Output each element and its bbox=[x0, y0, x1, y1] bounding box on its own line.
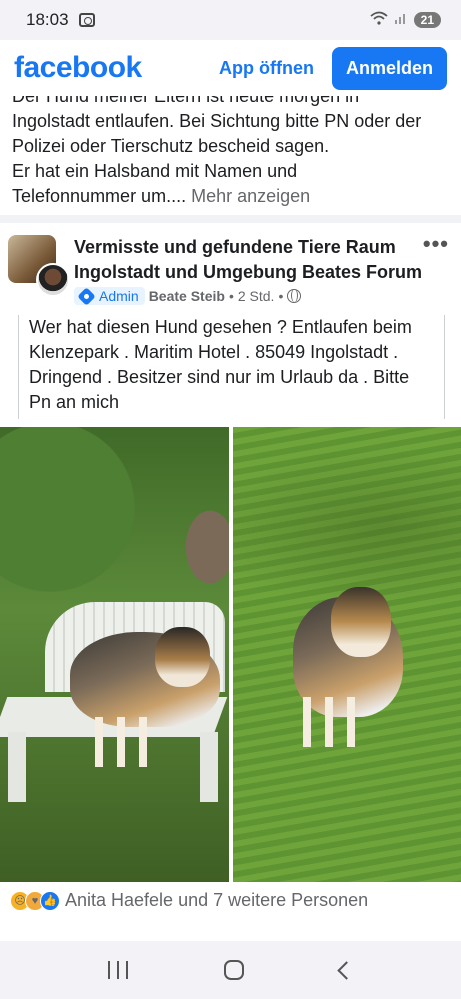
system-nav-bar bbox=[0, 941, 461, 999]
previous-post-text: Der Hund meiner Eltern ist heute morgen … bbox=[0, 96, 461, 209]
like-icon: 👍 bbox=[40, 890, 60, 911]
post-separator bbox=[0, 215, 461, 223]
wifi-icon bbox=[370, 11, 388, 30]
status-bar: 18:03 21 bbox=[0, 0, 461, 40]
author-avatar[interactable] bbox=[36, 263, 70, 297]
app-header: facebook App öffnen Anmelden bbox=[0, 40, 461, 96]
previous-post-line: Polizei oder Tierschutz bescheid sagen. bbox=[12, 136, 330, 156]
admin-shield-icon bbox=[77, 286, 96, 306]
reactions-count[interactable]: Anita Haefele und 7 weitere Personen bbox=[65, 890, 368, 911]
back-icon[interactable] bbox=[337, 960, 356, 980]
screenshot-icon bbox=[78, 13, 95, 27]
avatar-stack[interactable] bbox=[8, 235, 70, 297]
reaction-icons: ☹ ♥ 👍 bbox=[10, 890, 60, 911]
author-name[interactable]: Beate Steib bbox=[149, 288, 225, 304]
see-more-link[interactable]: Mehr anzeigen bbox=[191, 186, 310, 206]
previous-post-line-end: Telefonnummer um.... bbox=[12, 186, 192, 206]
status-indicators: 21 bbox=[370, 11, 441, 30]
photo-dog-on-grass[interactable] bbox=[232, 427, 461, 882]
more-options-button[interactable]: ••• bbox=[423, 231, 453, 257]
status-time: 18:03 bbox=[26, 10, 69, 29]
dog-head bbox=[330, 587, 391, 657]
feed[interactable]: Der Hund meiner Eltern ist heute morgen … bbox=[0, 96, 461, 941]
previous-post-line: Ingolstadt entlaufen. Bei Sichtung bitte… bbox=[12, 111, 422, 131]
recent-apps-icon[interactable] bbox=[108, 961, 128, 979]
previous-post-line: Er hat ein Halsband mit Namen und bbox=[12, 161, 298, 181]
meta-separator: • bbox=[278, 288, 284, 304]
dog-head bbox=[155, 627, 210, 687]
signal-icon bbox=[394, 11, 408, 30]
reactions-bar[interactable]: ☹ ♥ 👍 Anita Haefele und 7 weitere Person… bbox=[0, 882, 461, 919]
photo-grid bbox=[0, 427, 461, 882]
meta-row: Admin Beate Steib • 2 Std. • bbox=[74, 286, 423, 306]
open-app-button[interactable]: App öffnen bbox=[219, 58, 314, 79]
admin-badge: Admin bbox=[74, 286, 145, 306]
post-meta: Vermisste und gefundene Tiere Raum Ingol… bbox=[74, 235, 423, 306]
facebook-logo[interactable]: facebook bbox=[14, 51, 142, 85]
previous-post-line: Der Hund meiner Eltern ist heute morgen … bbox=[12, 96, 360, 106]
post-header: Vermisste und gefundene Tiere Raum Ingol… bbox=[0, 223, 461, 306]
login-button[interactable]: Anmelden bbox=[331, 46, 447, 90]
battery-indicator: 21 bbox=[413, 12, 441, 28]
post-text: Wer hat diesen Hund gesehen ? Entlaufen … bbox=[18, 315, 445, 419]
home-icon[interactable] bbox=[224, 960, 244, 980]
previous-post-line: Telefonnummer um.... Mehr anzeigen bbox=[12, 184, 449, 209]
group-name[interactable]: Vermisste und gefundene Tiere Raum Ingol… bbox=[74, 235, 423, 285]
photo-dog-on-bench[interactable] bbox=[0, 427, 229, 882]
admin-label: Admin bbox=[99, 288, 139, 304]
meta-separator: • bbox=[228, 288, 234, 304]
post-time[interactable]: 2 Std. bbox=[238, 288, 275, 304]
globe-icon bbox=[287, 289, 302, 303]
